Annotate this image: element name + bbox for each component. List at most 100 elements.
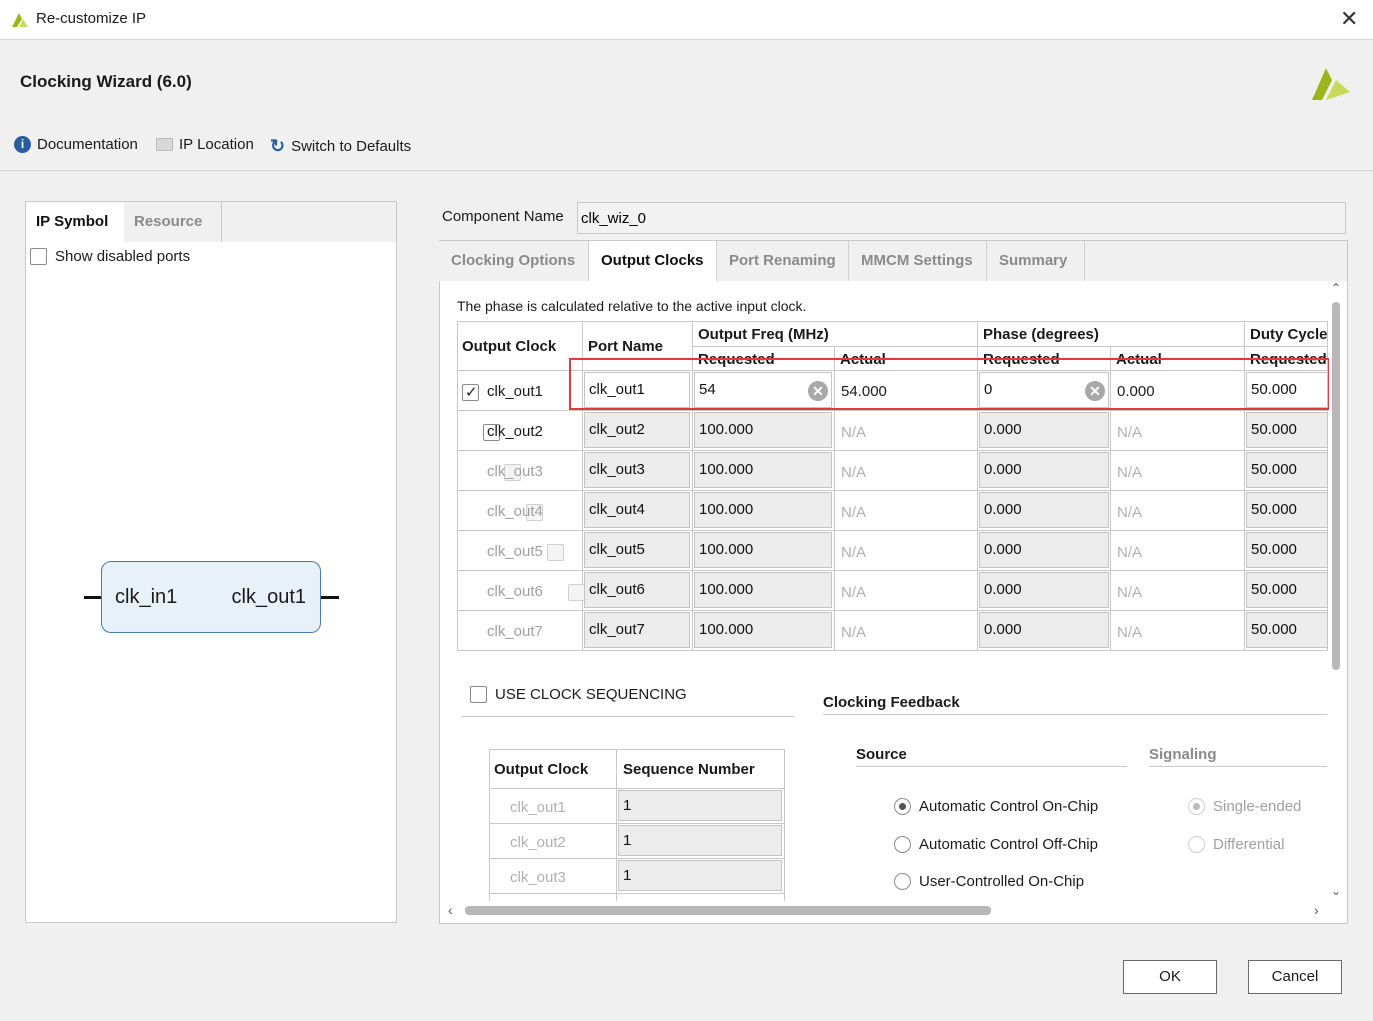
- info-icon: i: [14, 136, 31, 153]
- seq-row-clock: clk_out1: [510, 799, 566, 816]
- freq-requested-input[interactable]: 100.000: [694, 612, 832, 648]
- show-disabled-ports-toggle[interactable]: Show disabled ports: [30, 248, 190, 265]
- radio-button[interactable]: [1188, 798, 1205, 815]
- radio-button[interactable]: [894, 798, 911, 815]
- scroll-left-icon[interactable]: ‹: [448, 902, 453, 918]
- tab-port-renaming[interactable]: Port Renaming: [717, 241, 849, 281]
- feedback-divider: [823, 714, 1327, 715]
- phase-requested-input[interactable]: 0.000: [979, 412, 1109, 448]
- row-divider: [458, 610, 1328, 611]
- duty-cycle-input[interactable]: 50.000: [1246, 572, 1328, 608]
- phase-actual-value: N/A: [1117, 544, 1143, 561]
- port-name-input[interactable]: clk_out6: [584, 572, 690, 608]
- duty-cycle-input[interactable]: 50.000: [1246, 612, 1328, 648]
- port-name-input[interactable]: clk_out2: [584, 412, 690, 448]
- freq-requested-input[interactable]: 100.000: [694, 492, 832, 528]
- signaling-option-differential[interactable]: Differential: [1188, 836, 1284, 853]
- clk-out6-enable-checkbox[interactable]: [567, 583, 585, 601]
- port-name-input[interactable]: clk_out3: [584, 452, 690, 488]
- row-divider: [490, 858, 784, 859]
- sequence-number-input[interactable]: 1: [618, 860, 782, 891]
- seq-header-sequence-number: Sequence Number: [623, 761, 755, 778]
- duty-cycle-input[interactable]: 50.000: [1246, 412, 1328, 448]
- xilinx-logo-icon: [12, 13, 28, 27]
- clk-out1-enable-checkbox[interactable]: [462, 383, 479, 401]
- ok-button[interactable]: OK: [1123, 960, 1217, 994]
- header-output-clock: Output Clock: [462, 338, 557, 355]
- phase-requested-input[interactable]: 0.000: [979, 452, 1109, 488]
- phase-actual-value: N/A: [1117, 464, 1143, 481]
- window-title: Re-customize IP: [36, 10, 147, 27]
- seq-row-clock: clk_out2: [510, 834, 566, 851]
- documentation-label: Documentation: [37, 136, 138, 153]
- row-clock-name: clk_out6: [487, 583, 543, 600]
- signaling-option-label: Single-ended: [1213, 798, 1302, 815]
- horizontal-scrollbar-thumb[interactable]: [465, 906, 991, 915]
- row-divider: [458, 410, 1328, 411]
- phase-requested-input[interactable]: 0.000: [979, 612, 1109, 648]
- documentation-button[interactable]: i Documentation: [14, 136, 138, 153]
- phase-actual-value: N/A: [1117, 424, 1143, 441]
- port-name-input[interactable]: clk_out4: [584, 492, 690, 528]
- signaling-label: Signaling: [1149, 746, 1217, 763]
- refresh-icon: ↻: [270, 136, 286, 156]
- radio-button[interactable]: [894, 873, 911, 890]
- tab-ip-symbol[interactable]: IP Symbol: [26, 202, 124, 242]
- duty-cycle-input[interactable]: 50.000: [1246, 532, 1328, 568]
- row-clock-name: clk_out7: [487, 623, 543, 640]
- scroll-down-icon[interactable]: ⌄: [1331, 884, 1341, 898]
- scroll-up-icon[interactable]: ⌃: [1331, 281, 1341, 295]
- freq-requested-input[interactable]: 100.000: [694, 452, 832, 488]
- vertical-scrollbar-thumb[interactable]: [1332, 302, 1340, 670]
- tab-mmcm-settings[interactable]: MMCM Settings: [849, 241, 987, 281]
- clock-sequencing-checkbox[interactable]: [470, 686, 487, 703]
- tab-summary[interactable]: Summary: [987, 241, 1085, 281]
- phase-requested-input[interactable]: 0.000: [979, 532, 1109, 568]
- ip-location-button[interactable]: IP Location: [156, 136, 254, 153]
- clk-out5-enable-checkbox[interactable]: [546, 543, 564, 561]
- ip-location-label: IP Location: [179, 136, 254, 153]
- tab-resource[interactable]: Resource: [124, 202, 222, 242]
- toolbar-divider: [0, 170, 1373, 171]
- tab-output-clocks[interactable]: Output Clocks: [589, 241, 717, 281]
- duty-cycle-input[interactable]: 50.000: [1246, 452, 1328, 488]
- component-name-input[interactable]: [577, 202, 1346, 234]
- close-icon[interactable]: ✕: [1340, 6, 1358, 32]
- source-option-label: Automatic Control On-Chip: [919, 798, 1099, 815]
- freq-requested-input[interactable]: 100.000: [694, 532, 832, 568]
- source-option-auto-on-chip[interactable]: Automatic Control On-Chip: [894, 798, 1098, 815]
- clock-sequencing-toggle[interactable]: USE CLOCK SEQUENCING: [470, 686, 687, 703]
- row-clock-name: clk_out3: [487, 463, 543, 480]
- tab-clocking-options[interactable]: Clocking Options: [439, 241, 589, 281]
- port-name-input[interactable]: clk_out5: [584, 532, 690, 568]
- xilinx-brand-logo-icon: [1312, 68, 1350, 100]
- row-clock-name: clk_out4: [487, 503, 543, 520]
- radio-button[interactable]: [894, 836, 911, 853]
- freq-actual-value: N/A: [841, 584, 867, 601]
- scroll-right-icon[interactable]: ›: [1314, 902, 1319, 918]
- sequence-number-input[interactable]: 1: [618, 825, 782, 856]
- duty-cycle-input[interactable]: 50.000: [1246, 492, 1328, 528]
- switch-defaults-button[interactable]: ↻ Switch to Defaults: [270, 136, 411, 157]
- radio-button[interactable]: [1188, 836, 1205, 853]
- cancel-button[interactable]: Cancel: [1248, 960, 1342, 994]
- freq-requested-input[interactable]: 100.000: [694, 412, 832, 448]
- phase-requested-input[interactable]: 0.000: [979, 492, 1109, 528]
- header-duty-cycle: Duty Cycle: [1250, 326, 1328, 343]
- highlight-box: [569, 358, 1330, 410]
- phase-requested-input[interactable]: 0.000: [979, 572, 1109, 608]
- row-divider: [490, 788, 784, 789]
- freq-requested-input[interactable]: 100.000: [694, 572, 832, 608]
- output-pin: [321, 596, 339, 599]
- input-pin: [84, 596, 102, 599]
- source-option-auto-off-chip[interactable]: Automatic Control Off-Chip: [894, 836, 1098, 853]
- phase-actual-value: N/A: [1117, 624, 1143, 641]
- show-disabled-ports-checkbox[interactable]: [30, 248, 47, 265]
- source-option-user-on-chip[interactable]: User-Controlled On-Chip: [894, 873, 1084, 890]
- row-divider: [490, 893, 784, 894]
- phase-note: The phase is calculated relative to the …: [457, 298, 807, 314]
- sequence-number-input[interactable]: 1: [618, 790, 782, 821]
- signaling-option-single-ended[interactable]: Single-ended: [1188, 798, 1301, 815]
- row-divider: [458, 450, 1328, 451]
- port-name-input[interactable]: clk_out7: [584, 612, 690, 648]
